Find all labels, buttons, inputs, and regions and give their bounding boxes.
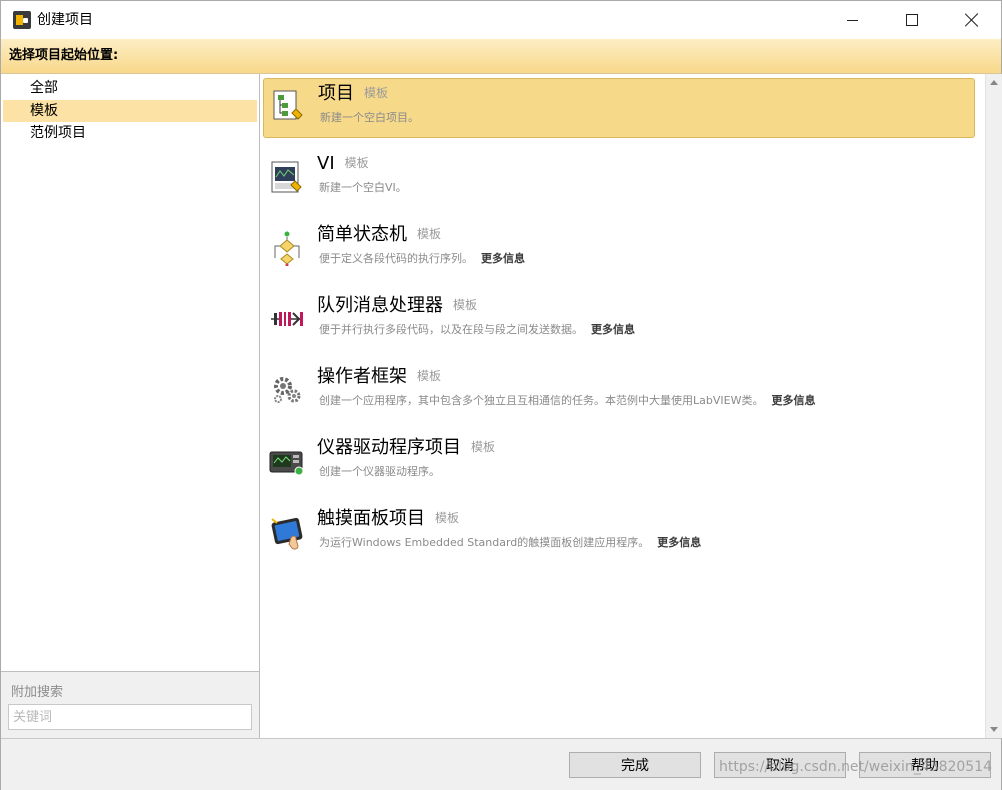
- template-tag: 模板: [364, 86, 389, 100]
- template-tag: 模板: [417, 227, 442, 241]
- dialog-footer: 完成 取消 帮助 https://blog.csdn.net/weixin_43…: [1, 738, 1001, 790]
- close-icon: [965, 13, 979, 27]
- template-item-vi[interactable]: VI 模板 新建一个空白VI。: [263, 149, 975, 209]
- template-list-scrollbar[interactable]: [985, 74, 1002, 738]
- template-item-simple-state-machine[interactable]: 简单状态机 模板 便于定义各段代码的执行序列。 更多信息: [263, 220, 975, 280]
- start-location-label: 选择项目起始位置:: [9, 48, 119, 63]
- template-list: 项目 模板 新建一个空白项目。 VI 模板 新建一个空白VI。 简单状态机 模板…: [263, 74, 985, 738]
- more-info-link[interactable]: 更多信息: [591, 323, 635, 336]
- queue-icon: [271, 312, 303, 326]
- template-description: 便于并行执行多段代码，以及在段与段之间发送数据。: [319, 323, 583, 336]
- template-item-touch-panel[interactable]: 触摸面板项目 模板 为运行Windows Embedded Standard的触摸…: [263, 504, 975, 564]
- template-item-project[interactable]: 项目 模板 新建一个空白项目。: [263, 78, 975, 138]
- keyword-search-input[interactable]: [8, 704, 252, 730]
- maximize-icon: [906, 14, 918, 26]
- instrument-icon: [269, 451, 304, 476]
- template-tag: 模板: [453, 298, 478, 312]
- gears-icon: [274, 377, 301, 403]
- template-item-queued-message-handler[interactable]: 队列消息处理器 模板 便于并行执行多段代码，以及在段与段之间发送数据。 更多信息: [263, 291, 975, 351]
- project-icon: [273, 90, 303, 120]
- template-name: 项目: [318, 83, 354, 104]
- template-description: 创建一个仪器驱动程序。: [319, 465, 440, 478]
- more-info-link[interactable]: 更多信息: [481, 252, 525, 265]
- template-name: 操作者框架: [317, 366, 407, 387]
- template-name: 简单状态机: [317, 224, 407, 245]
- scroll-up-icon[interactable]: [990, 80, 998, 85]
- start-location-header: 选择项目起始位置:: [1, 39, 1001, 74]
- template-tag: 模板: [435, 511, 460, 525]
- labview-app-icon: [13, 11, 31, 29]
- template-description: 为运行Windows Embedded Standard的触摸面板创建应用程序。: [319, 536, 650, 549]
- touch-panel-icon: [271, 517, 303, 550]
- template-name: 触摸面板项目: [317, 508, 425, 529]
- template-description: 新建一个空白VI。: [319, 181, 407, 194]
- finish-button[interactable]: 完成: [569, 752, 701, 778]
- template-name: VI: [317, 153, 335, 174]
- template-tag: 模板: [344, 156, 369, 170]
- title-bar[interactable]: 创建项目: [1, 1, 1001, 39]
- template-item-actor-framework[interactable]: 操作者框架 模板 创建一个应用程序，其中包含多个独立且互相通信的任务。本范例中大量…: [263, 362, 975, 422]
- vi-icon: [271, 161, 302, 193]
- minimize-button[interactable]: [823, 1, 881, 39]
- minimize-icon: [846, 19, 858, 21]
- template-description: 创建一个应用程序，其中包含多个独立且互相通信的任务。本范例中大量使用LabVIE…: [319, 394, 764, 407]
- template-description: 新建一个空白项目。: [320, 111, 419, 124]
- category-sample-projects[interactable]: 范例项目: [3, 122, 257, 144]
- template-item-instrument-driver[interactable]: 仪器驱动程序项目 模板 创建一个仪器驱动程序。: [263, 433, 975, 493]
- additional-search: 附加搜索: [1, 671, 260, 738]
- watermark-text: https://blog.csdn.net/weixin_43820514: [719, 759, 993, 775]
- window-title: 创建项目: [37, 12, 93, 28]
- more-info-link[interactable]: 更多信息: [771, 394, 815, 407]
- template-tag: 模板: [471, 440, 496, 454]
- category-all[interactable]: 全部: [3, 77, 257, 99]
- scroll-down-icon[interactable]: [990, 727, 998, 732]
- maximize-button[interactable]: [883, 1, 941, 39]
- template-description: 便于定义各段代码的执行序列。: [319, 252, 473, 265]
- create-project-dialog: 创建项目 选择项目起始位置: 全部 模板 范例项目 附加搜索 项目模板 新建一个…: [0, 0, 1002, 790]
- state-machine-icon: [274, 231, 300, 266]
- additional-search-label: 附加搜索: [11, 685, 64, 700]
- category-list: 全部 模板 范例项目: [1, 74, 260, 671]
- category-templates[interactable]: 模板: [3, 100, 257, 122]
- more-info-link[interactable]: 更多信息: [657, 536, 701, 549]
- close-button[interactable]: [943, 1, 1001, 39]
- template-tag: 模板: [417, 369, 442, 383]
- template-name: 仪器驱动程序项目: [317, 437, 461, 458]
- template-name: 队列消息处理器: [317, 295, 443, 316]
